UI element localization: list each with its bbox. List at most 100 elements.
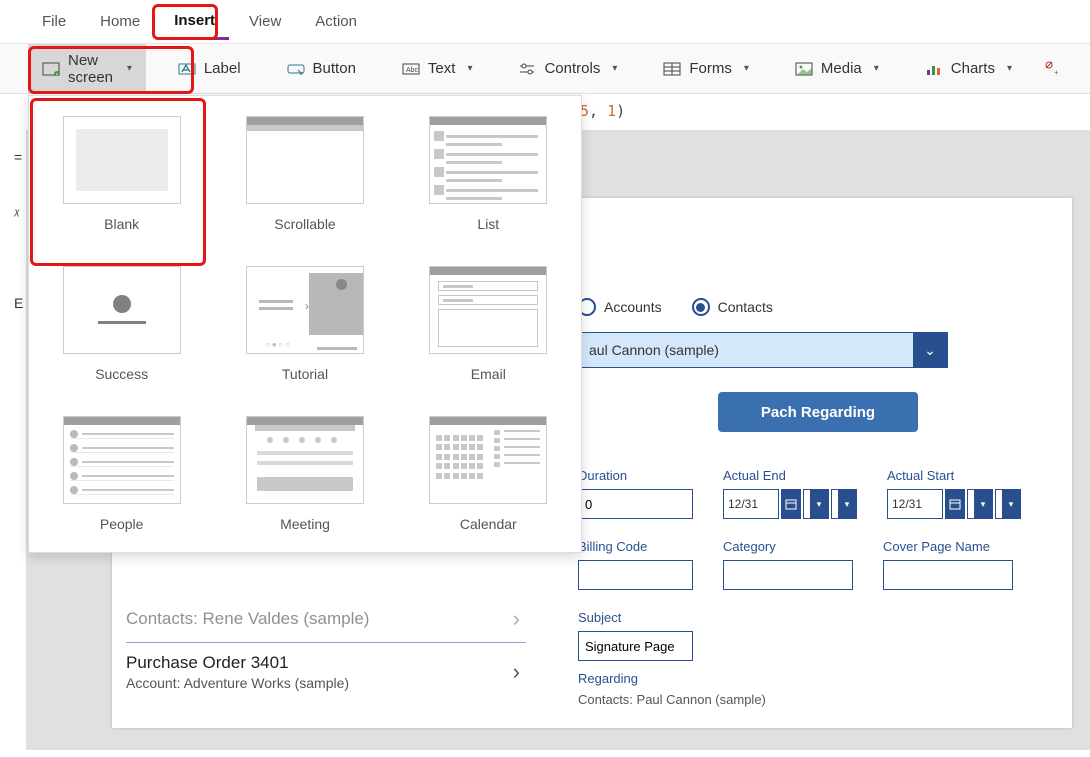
menu-file[interactable]: File <box>28 5 80 38</box>
template-thumb <box>63 266 181 354</box>
select-value: aul Cannon (sample) <box>579 333 913 367</box>
chevron-down-icon: ▾ <box>874 63 879 74</box>
media-button[interactable]: Media ▾ <box>781 52 893 85</box>
template-label: Tutorial <box>282 366 328 382</box>
calendar-icon[interactable] <box>781 489 801 519</box>
gutter-mark: ᵡ <box>14 205 19 221</box>
svg-text:Abc: Abc <box>406 67 419 74</box>
button-button[interactable]: Button <box>273 52 370 85</box>
label-button[interactable]: Label <box>164 52 255 85</box>
screen-icon: + <box>42 62 60 76</box>
field-label: Cover Page Name <box>883 539 1013 554</box>
radio-row: Accounts Contacts <box>578 298 1058 316</box>
field-label: Subject <box>578 610 693 625</box>
date-value: 12/31 <box>887 489 943 519</box>
actual-start-picker[interactable]: 12/31 ▾ ▾ <box>887 489 1021 519</box>
patch-regarding-button[interactable]: Pach Regarding <box>718 392 918 432</box>
radio-label: Accounts <box>604 299 662 315</box>
hour-dropdown[interactable]: ▾ <box>967 489 993 519</box>
menu-insert[interactable]: Insert <box>160 4 229 40</box>
record-list: Contacts: Rene Valdes (sample) › Purchas… <box>126 596 526 701</box>
field-label: Actual End <box>723 468 857 483</box>
svg-text:+: + <box>56 72 59 76</box>
template-tutorial[interactable]: › ○●○○ Tutorial <box>246 266 364 382</box>
category-input[interactable] <box>723 560 853 590</box>
hour-dropdown[interactable]: ▾ <box>803 489 829 519</box>
duration-input[interactable] <box>578 489 693 519</box>
chevron-down-icon: ▾ <box>612 63 617 74</box>
new-screen-button[interactable]: + New screen ▾ <box>28 44 146 94</box>
template-list[interactable]: List <box>429 116 547 232</box>
date-value: 12/31 <box>723 489 779 519</box>
template-thumb <box>246 116 364 204</box>
chevron-down-icon: ▾ <box>744 63 749 74</box>
template-thumb: › ○●○○ <box>246 266 364 354</box>
template-thumb <box>429 416 547 504</box>
controls-button[interactable]: Controls ▾ <box>504 52 631 85</box>
chevron-right-icon: › <box>513 606 520 632</box>
chevron-down-icon: ▾ <box>1007 63 1012 74</box>
template-people[interactable]: People <box>63 416 181 532</box>
template-thumb <box>246 416 364 504</box>
template-thumb <box>429 116 547 204</box>
overflow-icon[interactable]: + <box>1044 62 1062 76</box>
gutter-mark: = <box>14 149 22 165</box>
radio-accounts[interactable]: Accounts <box>578 298 662 316</box>
field-label: Category <box>723 539 853 554</box>
left-gutter: = ᵡ E <box>0 95 26 757</box>
template-label: Email <box>471 366 506 382</box>
minute-dropdown[interactable]: ▾ <box>995 489 1021 519</box>
template-email[interactable]: Email <box>429 266 547 382</box>
template-thumb <box>429 266 547 354</box>
forms-btn-text: Forms <box>689 60 732 77</box>
menu-action[interactable]: Action <box>301 5 371 38</box>
template-calendar[interactable]: Calendar <box>429 416 547 532</box>
template-label: Blank <box>104 216 139 232</box>
gutter-mark: E <box>14 295 23 311</box>
template-label: People <box>100 516 144 532</box>
svg-text:+: + <box>1054 68 1059 77</box>
template-scrollable[interactable]: Scrollable <box>246 116 364 232</box>
field-label: Regarding <box>578 671 1058 686</box>
template-label: List <box>477 216 499 232</box>
template-label: Scrollable <box>274 216 335 232</box>
controls-icon <box>518 62 536 76</box>
button-icon <box>287 62 305 76</box>
calendar-icon[interactable] <box>945 489 965 519</box>
chevron-down-icon: ⌄ <box>913 333 947 367</box>
radio-label: Contacts <box>718 299 773 315</box>
media-icon <box>795 62 813 76</box>
template-thumb <box>63 116 181 204</box>
forms-icon <box>663 62 681 76</box>
list-item[interactable]: Contacts: Rene Valdes (sample) › <box>126 596 526 643</box>
text-button[interactable]: Abc Text ▾ <box>388 52 487 85</box>
record-title: Purchase Order 3401 <box>126 653 349 673</box>
template-thumb <box>63 416 181 504</box>
contact-select[interactable]: aul Cannon (sample) ⌄ <box>578 332 948 368</box>
charts-btn-text: Charts <box>951 60 995 77</box>
media-btn-text: Media <box>821 60 862 77</box>
radio-contacts[interactable]: Contacts <box>692 298 773 316</box>
record-subtitle: Account: Adventure Works (sample) <box>126 675 349 691</box>
label-icon <box>178 62 196 76</box>
ribbon: + New screen ▾ Label Button Abc Text ▾ C… <box>0 44 1090 94</box>
billing-code-input[interactable] <box>578 560 693 590</box>
template-meeting[interactable]: Meeting <box>246 416 364 532</box>
cover-page-input[interactable] <box>883 560 1013 590</box>
button-btn-text: Button <box>313 60 356 77</box>
template-blank[interactable]: Blank <box>63 116 181 232</box>
charts-button[interactable]: Charts ▾ <box>911 52 1026 85</box>
list-item[interactable]: Purchase Order 3401 Account: Adventure W… <box>126 643 526 701</box>
menu-view[interactable]: View <box>235 5 295 38</box>
menu-home[interactable]: Home <box>86 5 154 38</box>
minute-dropdown[interactable]: ▾ <box>831 489 857 519</box>
label-btn-text: Label <box>204 60 241 77</box>
record-title: Contacts: Rene Valdes (sample) <box>126 609 369 629</box>
chevron-down-icon: ▾ <box>127 63 132 74</box>
subject-input[interactable] <box>578 631 693 661</box>
text-icon: Abc <box>402 62 420 76</box>
template-success[interactable]: Success <box>63 266 181 382</box>
actual-end-picker[interactable]: 12/31 ▾ ▾ <box>723 489 857 519</box>
field-label: Billing Code <box>578 539 693 554</box>
forms-button[interactable]: Forms ▾ <box>649 52 763 85</box>
